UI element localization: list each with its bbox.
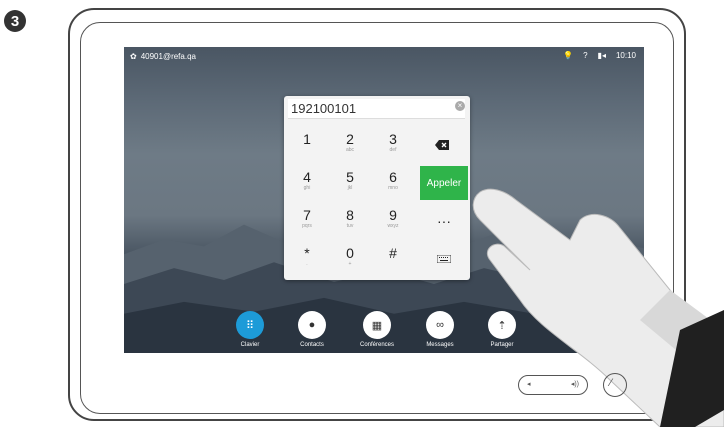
clock: 10:10 (615, 51, 636, 60)
keyboard-icon[interactable] (426, 242, 462, 276)
dial-key-letters: . (306, 261, 308, 267)
voicemail-icon: ∞ (426, 311, 454, 339)
dial-key-11[interactable]: # (373, 242, 413, 278)
dial-key-digit: 6 (389, 169, 397, 185)
volume-up-icon[interactable]: ◂)) (571, 380, 579, 388)
person-icon: ● (298, 311, 326, 339)
clear-input-icon[interactable]: × (455, 101, 465, 111)
dock-label: Conférences (359, 342, 395, 348)
dial-key-letters: ghi (303, 185, 311, 191)
dock-item-conférences[interactable]: ▦ Conférences (355, 311, 399, 348)
dial-key-5[interactable]: 6 mno (373, 166, 413, 202)
dial-key-digit: 4 (303, 169, 311, 185)
dial-key-letters: def (389, 147, 397, 153)
dial-key-10[interactable]: 0 + (330, 242, 370, 278)
dock-item-messages[interactable]: ∞ Messages (418, 311, 462, 348)
volume-down-icon[interactable]: ◂ (527, 380, 531, 388)
dial-key-letters: mno (388, 185, 398, 191)
dial-key-digit: 5 (346, 169, 354, 185)
dial-key-letters: wxyz (387, 223, 399, 229)
dial-key-8[interactable]: 9 wxyz (373, 204, 413, 240)
dial-key-letters: jkl (347, 185, 353, 191)
more-options-icon[interactable]: ··· (426, 204, 462, 238)
mic-off-icon: ⁄ (610, 377, 612, 389)
dial-key-9[interactable]: *. (287, 242, 327, 278)
dial-key-digit: 3 (389, 131, 397, 147)
dial-key-2[interactable]: 3 def (373, 128, 413, 164)
dial-key-6[interactable]: 7 pqrs (287, 204, 327, 240)
dial-key-0[interactable]: 1 (287, 128, 327, 164)
dial-key-letters: tuv (346, 223, 354, 229)
dock-item-clavier[interactable]: ⠿ Clavier (228, 311, 272, 348)
dial-key-digit: 2 (346, 131, 354, 147)
dial-key-letters: abc (345, 147, 355, 153)
dock-label: Contacts (300, 342, 324, 348)
dial-key-digit: 8 (346, 207, 354, 223)
number-input[interactable]: 192100101 (288, 99, 465, 119)
dial-key-digit: 7 (303, 207, 311, 223)
camera-icon[interactable]: ▮◂ (598, 51, 606, 60)
dial-key-digit: # (389, 245, 397, 261)
status-bar: ✿ 40901@refa.qa 💡 ? ▮◂ 10:10 (124, 47, 644, 67)
dial-key-4[interactable]: 5 jkl (330, 166, 370, 202)
dock-label: Clavier (240, 342, 260, 348)
dial-key-digit: * (304, 245, 310, 261)
dial-key-digit: 0 (346, 245, 354, 261)
keypad-icon: ⠿ (236, 311, 264, 339)
user-address: 40901@refa.qa (140, 52, 196, 61)
help-icon[interactable]: ? (583, 51, 587, 60)
dial-key-3[interactable]: 4 ghi (287, 166, 327, 202)
dial-key-digit: 1 (303, 131, 311, 147)
step-number-badge: 3 (4, 10, 26, 32)
dial-key-7[interactable]: 8 tuv (330, 204, 370, 240)
settings-icon[interactable]: ✿ (130, 52, 137, 61)
dial-key-letters: + (348, 261, 352, 267)
hand-illustration (472, 188, 724, 427)
lightbulb-icon[interactable]: 💡 (563, 51, 573, 60)
backspace-icon[interactable] (424, 128, 460, 162)
dock-label: Messages (426, 342, 454, 348)
mute-microphone-button[interactable]: ⁄ (603, 373, 627, 397)
calendar-icon: ▦ (363, 311, 391, 339)
dial-key-1[interactable]: 2 abc (330, 128, 370, 164)
dial-key-letters: pqrs (302, 223, 312, 229)
dial-key-digit: 9 (389, 207, 397, 223)
dock-item-contacts[interactable]: ● Contacts (290, 311, 334, 348)
volume-control[interactable]: ◂ ◂)) (518, 375, 588, 395)
